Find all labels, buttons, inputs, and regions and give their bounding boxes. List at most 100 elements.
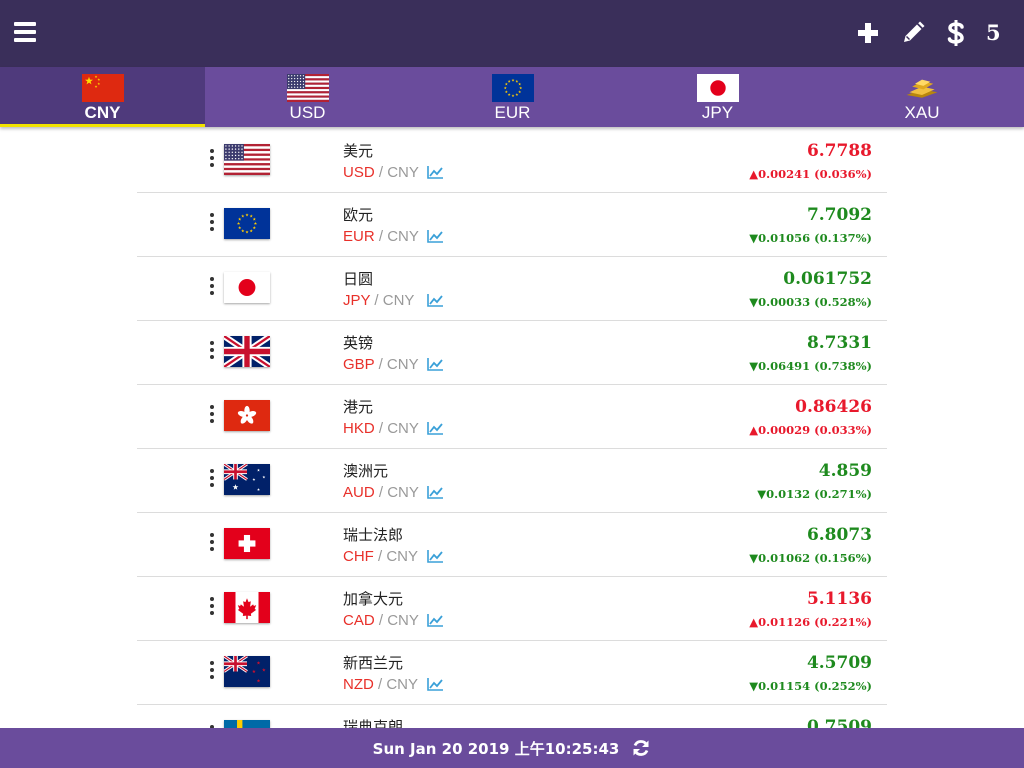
change-value: 0.0132 (0.271%) [766, 487, 872, 501]
plus-icon[interactable] [857, 18, 879, 48]
menu-icon[interactable] [14, 22, 36, 44]
change-value: 0.00033 (0.528%) [758, 295, 872, 309]
chart-icon[interactable] [427, 293, 444, 307]
rate-change: ▲0.01126 (0.221%) [749, 615, 872, 629]
arrow-down-icon: ▼ [749, 231, 759, 245]
quote-code: CNY [387, 164, 419, 181]
rate-row[interactable]: 新西兰元 NZD / CNY 4.5709 ▼0.01154 (0.252%) [137, 641, 887, 705]
tab-xau[interactable]: XAU [820, 67, 1024, 127]
exchange-rate: 0.7509 [806, 717, 872, 728]
app-header: 5 [0, 0, 1024, 67]
quote-code: CNY [387, 612, 419, 629]
cn-flag-icon [81, 74, 124, 102]
arrow-down-icon: ▼ [749, 551, 759, 565]
more-options-icon[interactable] [209, 405, 215, 423]
dollar-icon[interactable] [946, 18, 966, 48]
rate-change: ▲0.00029 (0.033%) [749, 423, 872, 437]
pair-separator: / [373, 676, 387, 693]
tab-usd[interactable]: USD [205, 67, 410, 127]
quote-code: CNY [386, 548, 419, 565]
rate-row[interactable]: 美元 USD / CNY 6.7788 ▲0.00241 (0.036%) [137, 129, 887, 193]
exchange-rate: 8.7331 [806, 333, 872, 353]
change-value: 0.00029 (0.033%) [758, 423, 872, 437]
quote-code: CNY [382, 292, 415, 309]
tab-jpy[interactable]: JPY [615, 67, 820, 127]
currency-pair: JPY / CNY [343, 292, 414, 309]
more-options-icon[interactable] [209, 469, 215, 487]
pencil-icon[interactable] [900, 18, 926, 48]
pair-separator: / [374, 612, 388, 629]
more-options-icon[interactable] [209, 341, 215, 359]
quote-code: CNY [386, 356, 419, 373]
exchange-rate: 7.7092 [806, 205, 872, 225]
rate-row[interactable]: 日圆 JPY / CNY 0.061752 ▼0.00033 (0.528%) [137, 257, 887, 321]
chart-icon[interactable] [427, 485, 444, 499]
jp-flag-icon [696, 74, 739, 102]
change-value: 0.06491 (0.738%) [758, 359, 872, 373]
exchange-rate: 5.1136 [806, 589, 872, 609]
rate-change: ▼0.06491 (0.738%) [749, 359, 872, 373]
eu-flag-icon [224, 208, 270, 239]
chart-icon[interactable] [427, 421, 444, 435]
exchange-rate: 4.5709 [806, 653, 872, 673]
exchange-rate: 0.86426 [795, 397, 872, 417]
rate-change: ▼0.0132 (0.271%) [757, 487, 872, 501]
arrow-up-icon: ▲ [749, 167, 759, 181]
base-code: USD [343, 164, 375, 181]
chart-icon[interactable] [427, 165, 444, 179]
exchange-rate: 4.859 [818, 461, 872, 481]
tab-label: EUR [494, 103, 531, 122]
rate-change: ▼0.00033 (0.528%) [749, 295, 872, 309]
tab-label: CNY [84, 103, 121, 122]
more-options-icon[interactable] [209, 277, 215, 295]
more-options-icon[interactable] [209, 597, 215, 615]
exchange-rate: 0.061752 [783, 269, 872, 289]
chart-icon[interactable] [427, 677, 444, 691]
chart-icon[interactable] [427, 549, 444, 563]
currency-name: 美元 [343, 142, 374, 160]
more-options-icon[interactable] [209, 661, 215, 679]
more-options-icon[interactable] [209, 213, 215, 231]
currency-name: 加拿大元 [343, 590, 404, 608]
rate-row[interactable]: 瑞典克朗SEK / CNY0.7509 [137, 705, 887, 728]
chart-icon[interactable] [427, 229, 444, 243]
pair-separator: / [374, 356, 387, 373]
tab-cny[interactable]: CNY [0, 67, 205, 127]
base-code: NZD [343, 676, 374, 693]
rate-row[interactable]: 英镑 GBP / CNY 8.7331 ▼0.06491 (0.738%) [137, 321, 887, 385]
rate-row[interactable]: 港元 HKD / CNY 0.86426 ▲0.00029 (0.033%) [137, 385, 887, 449]
currency-pair: CAD / CNY [343, 612, 419, 629]
rate-row[interactable]: 欧元 EUR / CNY 7.7092 ▼0.01056 (0.137%) [137, 193, 887, 257]
rate-row[interactable]: 瑞士法郎 CHF / CNY 6.8073 ▼0.01062 (0.156%) [137, 513, 887, 577]
currency-name: 欧元 [343, 206, 374, 224]
favorite-count: 5 [986, 20, 1001, 45]
pair-separator: / [374, 420, 388, 437]
currency-pair: NZD / CNY [343, 676, 418, 693]
currency-pair: AUD / CNY [343, 484, 419, 501]
currency-name: 港元 [343, 398, 374, 416]
exchange-rate: 6.7788 [806, 141, 872, 161]
rate-row[interactable]: 澳洲元 AUD / CNY 4.859 ▼0.0132 (0.271%) [137, 449, 887, 513]
currency-tab-bar: CNY USD EUR JPY XAU [0, 67, 1024, 127]
pair-separator: / [373, 548, 387, 565]
more-options-icon[interactable] [209, 149, 215, 167]
change-value: 0.01154 (0.252%) [758, 679, 872, 693]
change-value: 0.01056 (0.137%) [758, 231, 872, 245]
arrow-up-icon: ▲ [749, 423, 759, 437]
exchange-rate: 6.8073 [806, 525, 872, 545]
arrow-up-icon: ▲ [749, 615, 759, 629]
chart-icon[interactable] [427, 613, 444, 627]
gb-flag-icon [224, 336, 270, 367]
refresh-icon[interactable] [631, 738, 651, 758]
more-options-icon[interactable] [209, 533, 215, 551]
chart-icon[interactable] [427, 357, 444, 371]
tab-eur[interactable]: EUR [410, 67, 615, 127]
base-code: JPY [343, 292, 371, 309]
pair-separator: / [370, 292, 383, 309]
rate-row[interactable]: 加拿大元 CAD / CNY 5.1136 ▲0.01126 (0.221%) [137, 577, 887, 641]
pair-separator: / [374, 164, 388, 181]
currency-name: 瑞典克朗 [343, 718, 404, 728]
change-value: 0.00241 (0.036%) [758, 167, 872, 181]
nz-flag-icon [224, 656, 270, 687]
currency-name: 瑞士法郎 [343, 526, 404, 544]
